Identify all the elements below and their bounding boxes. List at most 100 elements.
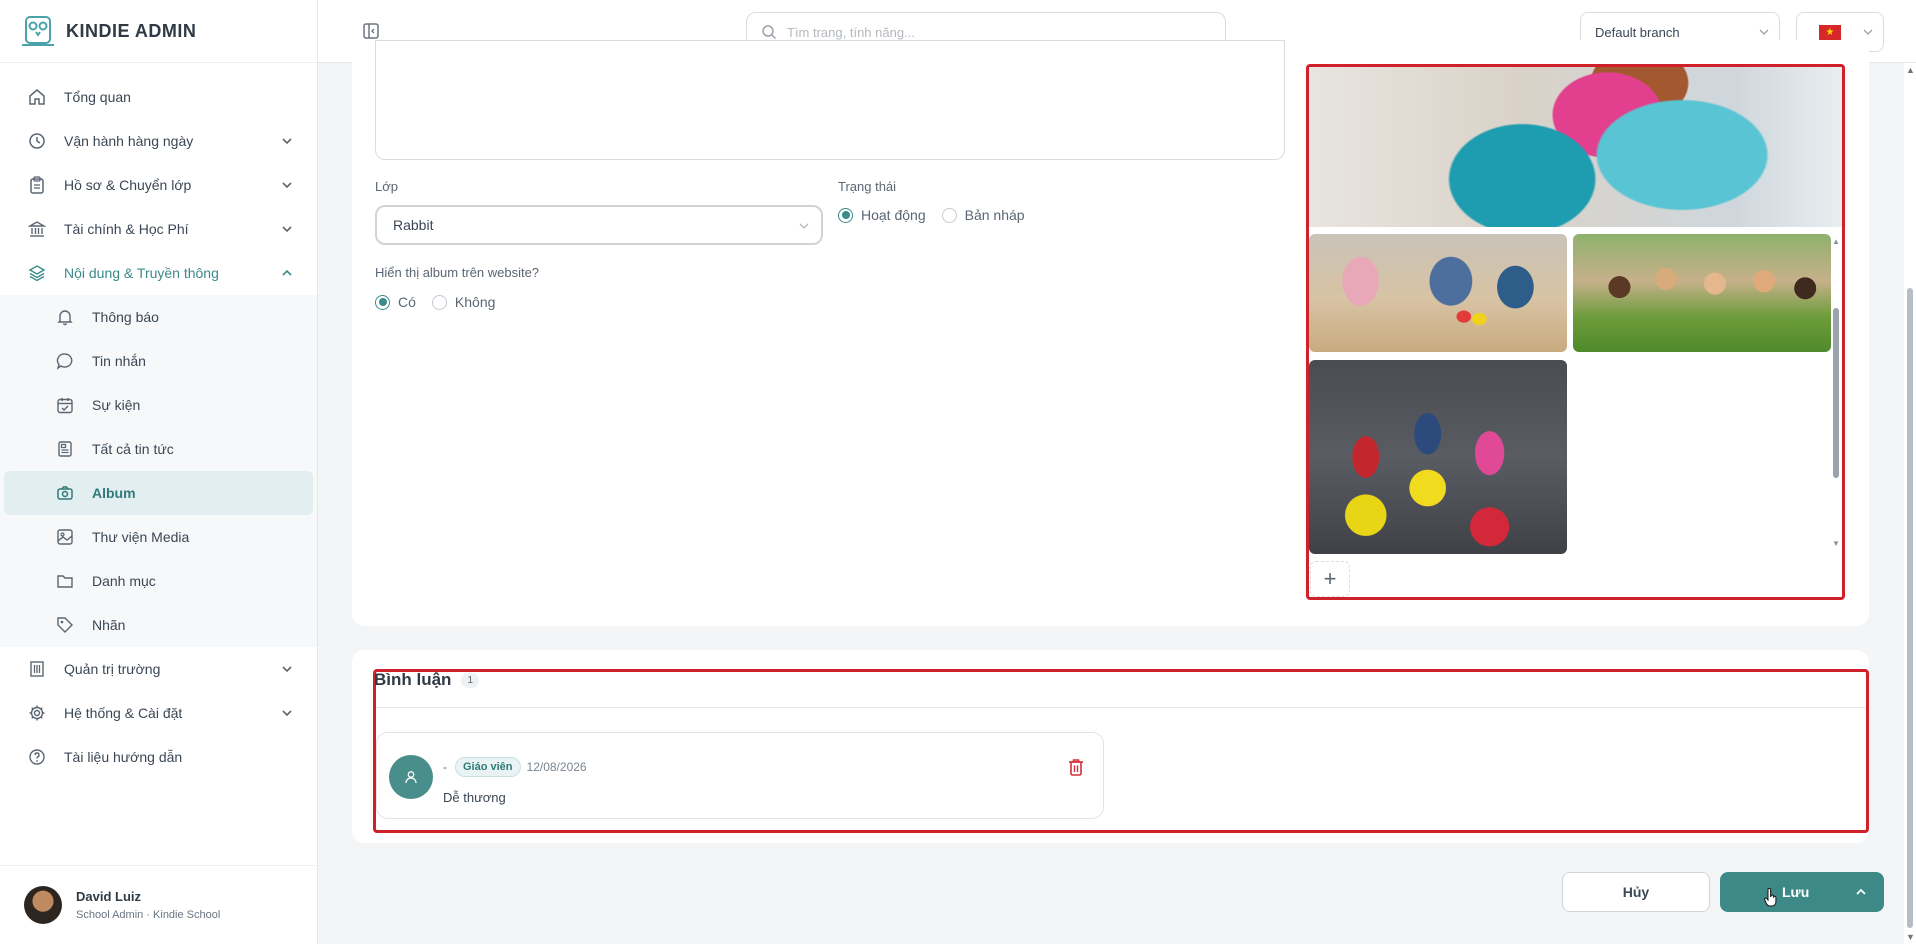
sidebar-item-label: Album (92, 485, 136, 501)
comment-meta: - Giáo viên 12/08/2026 (443, 757, 587, 777)
website-option-no[interactable]: Không (431, 294, 495, 310)
class-label: Lớp (375, 179, 398, 194)
album-photo[interactable] (1309, 234, 1567, 352)
scroll-thumb[interactable] (1833, 308, 1839, 478)
tag-icon (56, 616, 74, 634)
sidebar-item-docs[interactable]: Tài liệu hướng dẫn (0, 735, 317, 779)
comment-text: Dễ thương (443, 790, 506, 805)
chevron-down-icon (1863, 27, 1873, 37)
sidebar-item-label: Tổng quan (64, 89, 131, 105)
status-option-label: Hoạt động (861, 207, 926, 223)
sidebar-item-categories[interactable]: Danh mục (4, 559, 313, 603)
website-option-yes[interactable]: Có (375, 294, 416, 310)
sidebar-item-label: Tất cả tin tức (92, 441, 174, 457)
add-photo-button[interactable]: + (1310, 561, 1350, 597)
sidebar-item-overview[interactable]: Tổng quan (0, 75, 317, 119)
plus-icon: + (1323, 566, 1337, 591)
sidebar-item-finance[interactable]: Tài chính & Học Phí (0, 207, 317, 251)
status-option-draft[interactable]: Bản nháp (941, 207, 1025, 223)
sidebar-nav: Tổng quan Vận hành hàng ngày Hồ sơ & Chu… (0, 63, 317, 779)
comments-header: Bình luận 1 (374, 670, 480, 690)
sidebar-item-album[interactable]: Album (4, 471, 313, 515)
radio-icon (431, 294, 447, 310)
clipboard-icon (28, 176, 46, 194)
chevron-down-icon (281, 707, 293, 719)
comment-author: - (443, 760, 447, 774)
sidebar-subnav-content: Thông báo Tin nhắn Sự kiện Tất cả tin tứ… (0, 295, 317, 647)
clock-icon (28, 132, 46, 150)
sidebar-item-label: Tài liệu hướng dẫn (64, 749, 183, 765)
user-avatar-icon (389, 755, 433, 799)
sidebar-item-tags[interactable]: Nhãn (4, 603, 313, 647)
sidebar-item-records[interactable]: Hồ sơ & Chuyển lớp (0, 163, 317, 207)
radio-icon (941, 207, 957, 223)
brand[interactable]: KINDIE ADMIN (0, 0, 317, 63)
newspaper-icon (56, 440, 74, 458)
camera-icon (56, 484, 74, 502)
scroll-up-arrow-icon[interactable]: ▲ (1832, 238, 1840, 246)
website-option-label: Có (398, 294, 416, 310)
scroll-to-top-chevron-up-icon[interactable] (1846, 877, 1876, 907)
sidebar-item-label: Vận hành hàng ngày (64, 133, 194, 149)
scroll-thumb[interactable] (1907, 288, 1913, 928)
sidebar-item-label: Sự kiện (92, 397, 141, 413)
class-select[interactable]: Rabbit (375, 205, 823, 245)
branch-value: Default branch (1595, 24, 1680, 40)
page-scrollbar[interactable]: ▲ ▼ (1904, 63, 1916, 944)
radio-selected-icon (838, 207, 853, 223)
sidebar-item-media-library[interactable]: Thư viện Media (4, 515, 313, 559)
comments-count-badge: 1 (461, 672, 480, 688)
flag-star: ★ (1825, 26, 1835, 38)
comment-date: 12/08/2026 (526, 760, 587, 774)
gallery-scrollbar[interactable]: ▲ ▼ (1832, 238, 1840, 548)
help-circle-icon (28, 748, 46, 766)
chevron-down-icon (1759, 27, 1769, 37)
sidebar-item-school-admin[interactable]: Quản trị trường (0, 647, 317, 691)
calendar-check-icon (56, 396, 74, 414)
role-badge: Giáo viên (455, 757, 521, 777)
sidebar-item-label: Nội dung & Truyền thông (64, 265, 219, 281)
status-label: Trạng thái (838, 179, 897, 194)
user-name: David Luiz (76, 889, 142, 904)
gear-icon (28, 704, 46, 722)
sidebar-item-notifications[interactable]: Thông báo (4, 295, 313, 339)
album-photo[interactable] (1573, 234, 1831, 352)
search-input[interactable] (787, 24, 1187, 40)
chevron-down-icon (281, 223, 293, 235)
radio-selected-icon (375, 294, 390, 310)
sidebar-item-content-media[interactable]: Nội dung & Truyền thông (0, 251, 317, 295)
user-profile[interactable]: David Luiz School Admin · Kindie School (0, 865, 318, 944)
chevron-down-icon (799, 221, 809, 231)
status-option-label: Bản nháp (964, 207, 1025, 223)
sidebar-item-label: Danh mục (92, 573, 156, 589)
chevron-down-icon (281, 663, 293, 675)
scroll-down-arrow-icon[interactable]: ▼ (1832, 540, 1840, 548)
sidebar-item-daily-operations[interactable]: Vận hành hàng ngày (0, 119, 317, 163)
cancel-button[interactable]: Hủy (1562, 872, 1710, 912)
chevron-down-icon (281, 179, 293, 191)
status-option-active[interactable]: Hoạt động (838, 207, 926, 223)
sidebar-item-messages[interactable]: Tin nhắn (4, 339, 313, 383)
description-textarea[interactable] (375, 40, 1285, 160)
search-icon (761, 24, 777, 40)
website-radio-group: Có Không (375, 294, 511, 310)
sidebar-item-label: Tin nhắn (92, 353, 146, 369)
sidebar-item-events[interactable]: Sự kiện (4, 383, 313, 427)
owl-logo-icon (22, 16, 54, 46)
sidebar-toggle-icon[interactable] (362, 22, 380, 40)
delete-comment-trash-icon[interactable] (1067, 757, 1085, 777)
scroll-down-arrow-icon[interactable]: ▼ (1906, 932, 1915, 942)
album-photo[interactable] (1309, 67, 1842, 227)
layers-icon (28, 264, 46, 282)
scroll-up-arrow-icon[interactable]: ▲ (1906, 65, 1915, 75)
sidebar-item-label: Tài chính & Học Phí (64, 221, 189, 237)
folder-icon (56, 572, 74, 590)
album-photo[interactable] (1309, 360, 1567, 554)
website-visibility-label: Hiển thị album trên website? (375, 265, 540, 280)
sidebar-item-all-news[interactable]: Tất cả tin tức (4, 427, 313, 471)
sidebar: KINDIE ADMIN Tổng quan Vận hành hàng ngà… (0, 0, 318, 944)
user-role: School Admin · Kindie School (76, 909, 221, 921)
chevron-down-icon (281, 135, 293, 147)
avatar (24, 886, 62, 924)
sidebar-item-system-settings[interactable]: Hệ thống & Cài đặt (0, 691, 317, 735)
